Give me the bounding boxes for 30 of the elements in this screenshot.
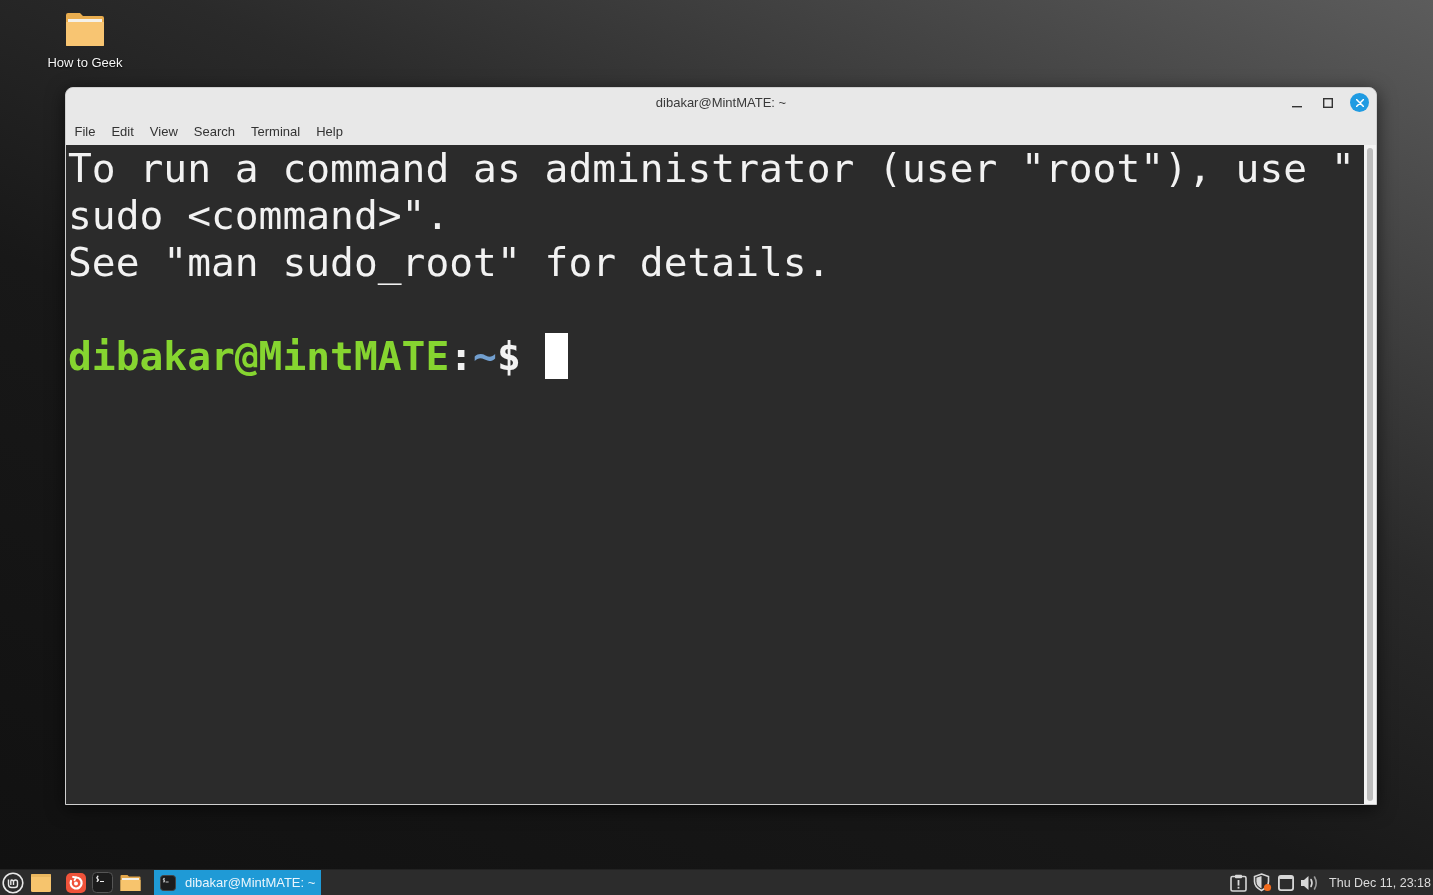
- terminal-icon[interactable]: [92, 872, 113, 893]
- minimize-icon: [1292, 105, 1302, 108]
- shield-icon[interactable]: [1253, 873, 1273, 892]
- menu-item[interactable]: Help: [308, 120, 351, 142]
- terminal-icon: [160, 874, 176, 891]
- terminal-prompt: dibakar@MintMATE:~$: [68, 333, 521, 380]
- desktop-item-label[interactable]: How to Geek: [47, 55, 123, 70]
- speaker-icon[interactable]: [1300, 874, 1320, 891]
- terminal-output-line: To run a command as administrator (user "root"), use ": [68, 145, 1355, 192]
- menu-item[interactable]: Terminal: [243, 120, 308, 142]
- menu-item[interactable]: Edit: [103, 120, 142, 142]
- browser-icon[interactable]: [66, 872, 86, 893]
- close-icon: [1355, 98, 1364, 107]
- folder-icon[interactable]: [120, 873, 141, 892]
- folder-icon[interactable]: [65, 12, 105, 47]
- window-title: dibakar@MintMATE: ~: [655, 95, 787, 110]
- cursor-icon: [544, 333, 568, 379]
- folder-icon[interactable]: [31, 873, 51, 892]
- menu-item[interactable]: Search: [186, 120, 243, 142]
- terminal-output-line: See "man sudo_root" for details.: [68, 239, 831, 286]
- menu-item[interactable]: File: [67, 120, 103, 142]
- clock[interactable]: Thu Dec 11, 23:18: [1329, 875, 1431, 890]
- logo-icon[interactable]: [2, 871, 24, 894]
- clipboard-alert-icon[interactable]: [1230, 873, 1248, 892]
- menu-item[interactable]: View: [142, 120, 186, 142]
- terminal-output-line: sudo <command>".: [68, 192, 450, 239]
- close-button[interactable]: [1350, 93, 1369, 112]
- maximize-icon: [1323, 97, 1333, 108]
- terminal-screen[interactable]: To run a command as administrator (user "root"), use " sudo <command>". See "man sudo_root" for details. dibakar@MintMATE:~$: [66, 145, 1364, 804]
- window-icon[interactable]: [1278, 874, 1295, 891]
